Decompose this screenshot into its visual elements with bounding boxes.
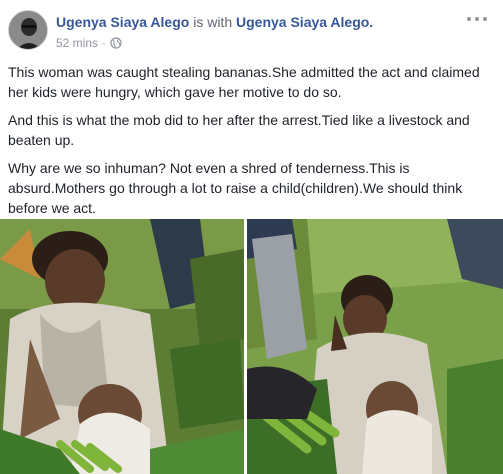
post-photo-right[interactable]	[247, 219, 503, 474]
post-header: Ugenya Siaya Alego is with Ugenya Siaya …	[0, 0, 503, 56]
post-paragraph-1: This woman was caught stealing bananas.S…	[8, 64, 480, 100]
globe-icon[interactable]	[110, 37, 122, 49]
meta-separator: ·	[102, 36, 107, 50]
post-timestamp[interactable]: 52 mins	[56, 36, 98, 50]
author-line: Ugenya Siaya Alego is with Ugenya Siaya …	[56, 14, 373, 30]
post-meta: 52 mins ·	[56, 36, 122, 50]
author-name-link[interactable]: Ugenya Siaya Alego	[56, 14, 189, 30]
post-paragraph-3: Why are we so inhuman? Not even a shred …	[8, 160, 463, 216]
post-photo-left[interactable]	[0, 219, 244, 474]
author-avatar[interactable]	[8, 10, 48, 50]
post-body: This woman was caught stealing bananas.S…	[8, 62, 496, 226]
more-options-icon[interactable]	[465, 10, 489, 28]
post-paragraph-2: And this is what the mob did to her afte…	[8, 112, 470, 148]
tagged-user-link[interactable]: Ugenya Siaya Alego.	[236, 14, 373, 30]
with-text: is with	[193, 14, 233, 30]
